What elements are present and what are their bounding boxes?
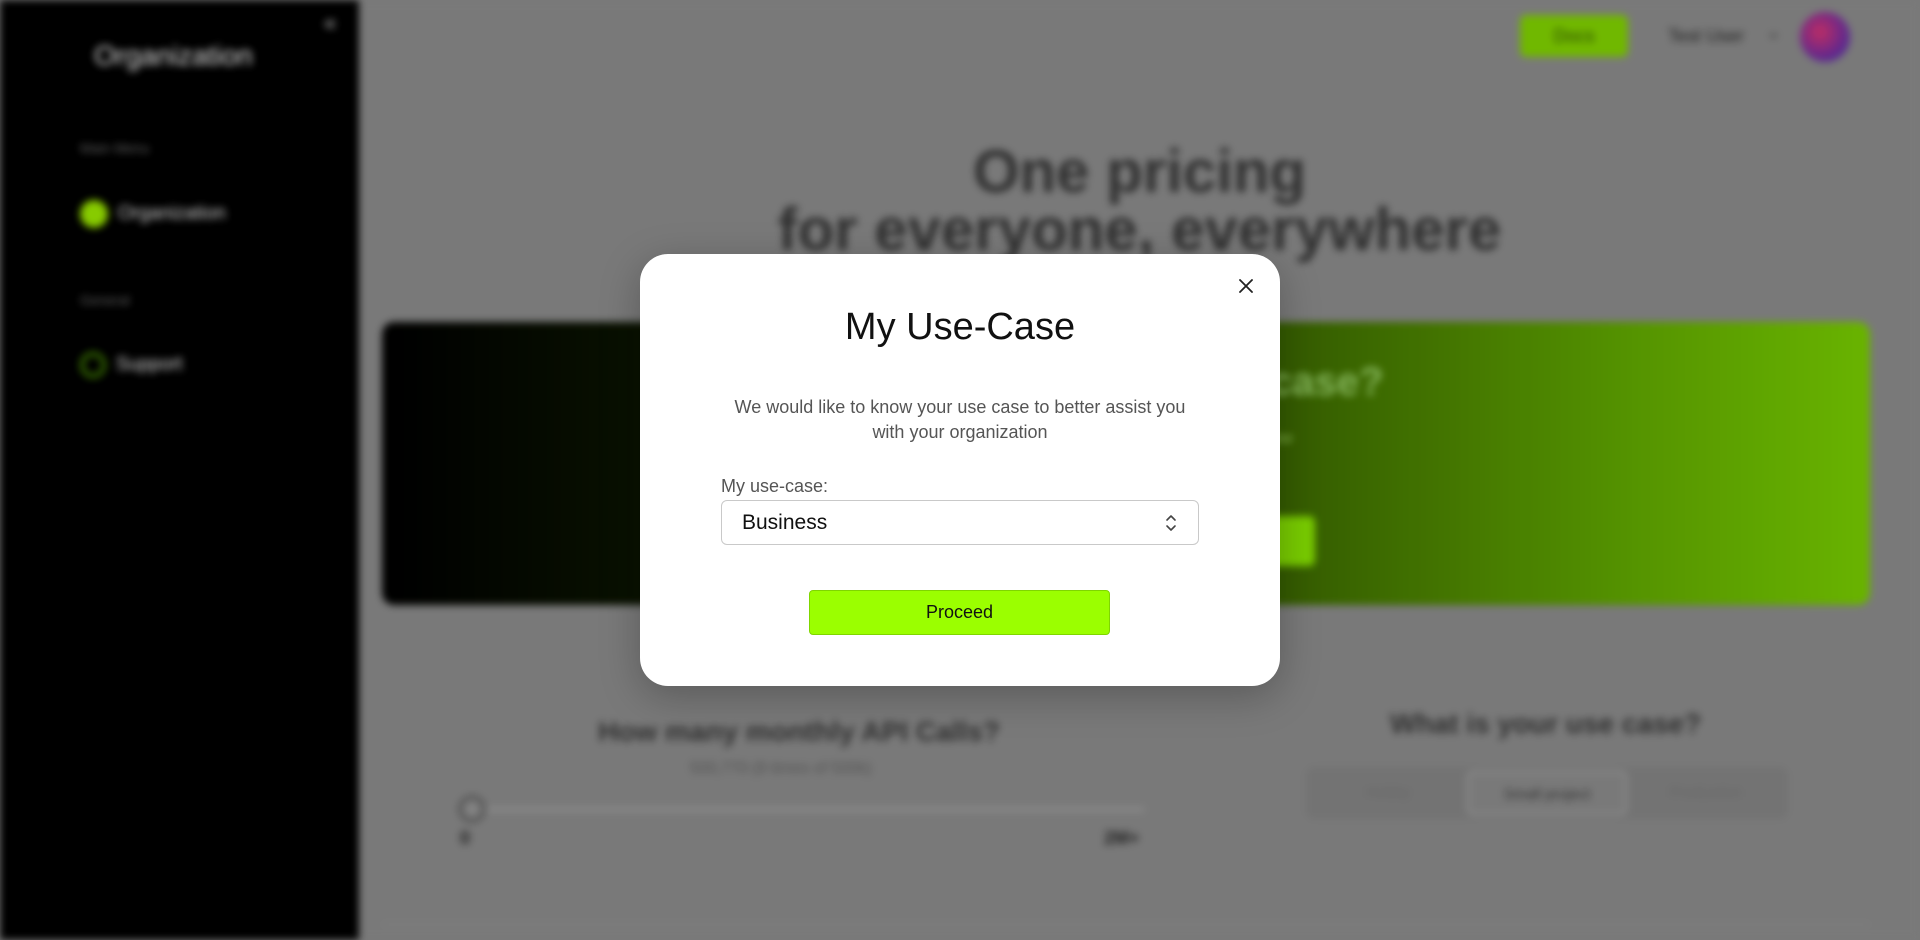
use-case-select-value: Business (742, 510, 828, 534)
modal-description: We would like to know your use case to b… (734, 397, 1186, 442)
use-case-field-label: My use-case: (721, 476, 829, 496)
use-case-select[interactable]: Business (721, 500, 1199, 545)
proceed-button[interactable]: Proceed (809, 590, 1110, 635)
close-button[interactable] (1232, 272, 1260, 300)
use-case-modal: My Use-Case We would like to know your u… (640, 254, 1280, 686)
chevron-up-down-icon (1166, 514, 1176, 531)
modal-title: My Use-Case (844, 306, 1076, 348)
close-icon (1239, 279, 1253, 293)
